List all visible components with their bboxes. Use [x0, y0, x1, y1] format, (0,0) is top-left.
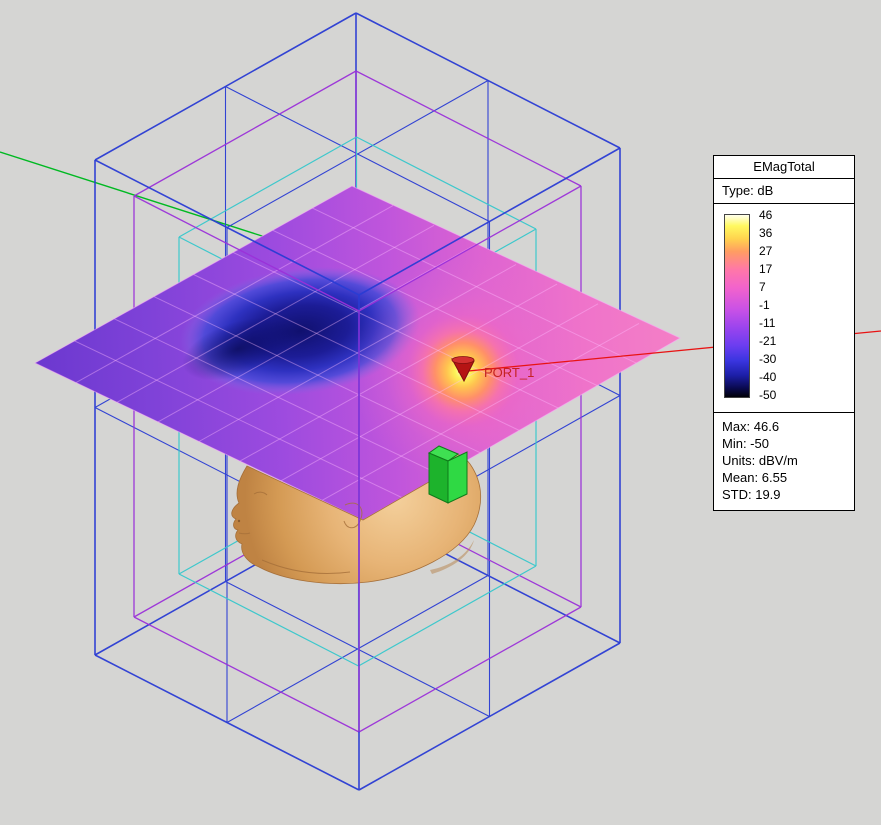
legend-colorbar-section: 46 36 27 17 7 -1 -11 -21 -30 -40 -50 [714, 204, 854, 412]
nostril-dot [238, 520, 240, 522]
colorbar-tick: 7 [759, 280, 776, 294]
viewport-3d[interactable]: PORT_1 EMagTotal Type: dB 46 36 27 17 7 … [0, 0, 881, 825]
colorbar-tick: 17 [759, 262, 776, 276]
stat-line: STD: 19.9 [722, 486, 846, 503]
antenna-box-right-face [448, 452, 467, 503]
colorbar-tick: -21 [759, 334, 776, 348]
colorbar-ticks: 46 36 27 17 7 -1 -11 -21 -30 -40 -50 [759, 208, 776, 402]
colorbar-tick: -40 [759, 370, 776, 384]
legend-stats: Max: 46.6 Min: -50 Units: dBV/m Mean: 6.… [714, 412, 854, 510]
colorbar-tick: -30 [759, 352, 776, 366]
colorbar-gradient [724, 214, 750, 398]
legend-type-label: Type: dB [714, 179, 854, 204]
stat-line: Min: -50 [722, 435, 846, 452]
stat-line: Units: dBV/m [722, 452, 846, 469]
legend-title: EMagTotal [714, 156, 854, 179]
stat-line: Max: 46.6 [722, 418, 846, 435]
colorbar-tick: -50 [759, 388, 776, 402]
colorbar-tick: 27 [759, 244, 776, 258]
antenna-box-left-face [429, 453, 448, 503]
colorbar-tick: -1 [759, 298, 776, 312]
antenna-box[interactable] [429, 446, 467, 503]
port-cone-base [452, 357, 474, 364]
colorbar-tick: -11 [759, 316, 776, 330]
stat-line: Mean: 6.55 [722, 469, 846, 486]
colorbar-tick: 46 [759, 208, 776, 222]
colorbar-tick: 36 [759, 226, 776, 240]
legend-panel[interactable]: EMagTotal Type: dB 46 36 27 17 7 -1 -11 … [713, 155, 855, 511]
field-plane[interactable] [35, 186, 680, 520]
port-label: PORT_1 [484, 365, 534, 380]
